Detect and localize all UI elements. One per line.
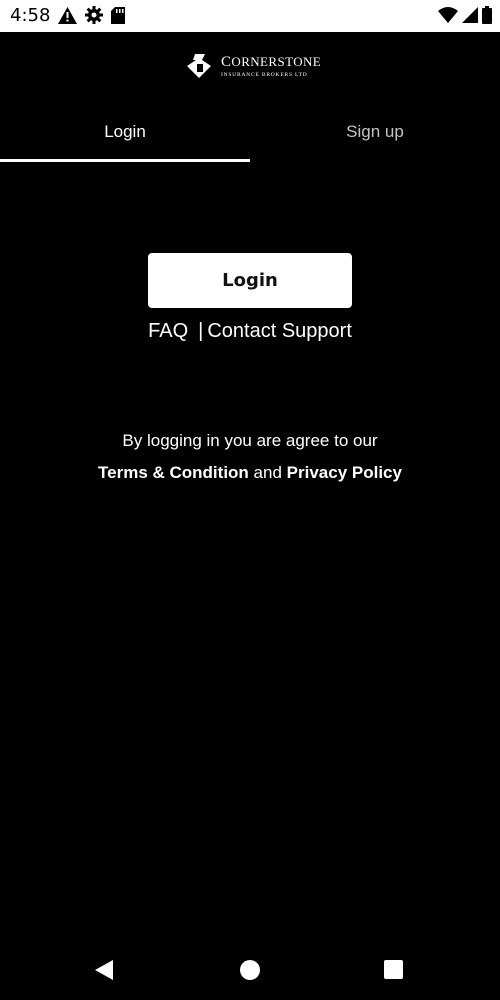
terms-condition-link[interactable]: Terms & Condition: [98, 463, 249, 482]
help-links-separator: |: [198, 320, 204, 342]
app-screen: CORNERSTONE INSURANCE BROKERS LTD Login …: [0, 32, 500, 1000]
terms-line-1: By logging in you are agree to our: [122, 431, 378, 450]
active-tab-indicator: [0, 159, 250, 162]
settings-icon: [85, 6, 103, 24]
system-nav-bar: [0, 940, 500, 1000]
faq-link[interactable]: FAQ: [148, 320, 188, 343]
sd-card-icon: [111, 6, 125, 24]
cornerstone-logo-icon: [187, 54, 211, 78]
back-icon[interactable]: [95, 960, 113, 980]
terms-and-text: and: [253, 463, 282, 482]
tab-sign-up[interactable]: Sign up: [250, 120, 500, 162]
login-button[interactable]: Login: [148, 253, 352, 308]
status-right-icons: [438, 6, 492, 24]
status-bar: 4:58: [0, 0, 500, 32]
cell-signal-icon: [462, 7, 478, 23]
status-time: 4:58: [10, 5, 51, 26]
logo-text: CORNERSTONE INSURANCE BROKERS LTD: [221, 54, 321, 78]
privacy-policy-link[interactable]: Privacy Policy: [287, 463, 402, 482]
contact-support-link[interactable]: Contact Support: [207, 320, 352, 343]
recents-icon[interactable]: [384, 960, 403, 979]
cornerstone-logo: CORNERSTONE INSURANCE BROKERS LTD: [185, 52, 321, 80]
terms-line-2: Terms & Condition and Privacy Policy: [0, 457, 500, 489]
logo-name-rest: ORNERSTONE: [231, 54, 322, 69]
logo-name: CORNERSTONE: [221, 54, 321, 71]
wifi-icon: [438, 7, 458, 23]
home-icon[interactable]: [240, 960, 260, 980]
tab-login[interactable]: Login: [0, 120, 250, 162]
battery-icon: [482, 6, 492, 24]
help-links: FAQ | Contact Support: [0, 320, 500, 343]
auth-tabs: Login Sign up: [0, 120, 500, 162]
terms-notice: By logging in you are agree to our Terms…: [0, 425, 500, 489]
warning-icon: [58, 6, 77, 24]
logo-subtitle: INSURANCE BROKERS LTD: [221, 72, 308, 78]
logo-name-initial: C: [221, 54, 232, 70]
status-left-icons: [58, 6, 125, 24]
